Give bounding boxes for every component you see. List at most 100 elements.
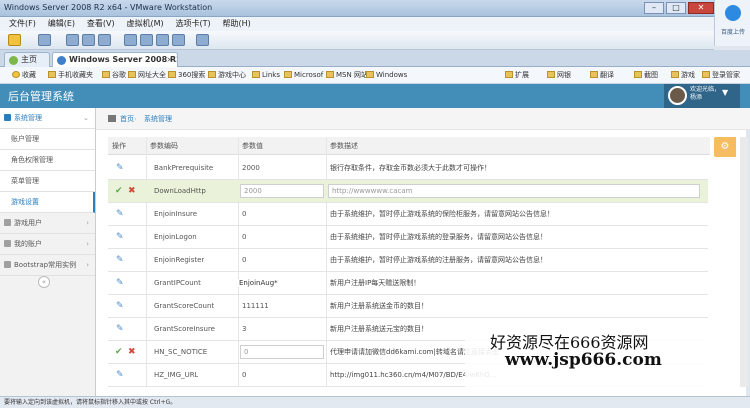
- extensions-button[interactable]: 扩展: [505, 67, 529, 84]
- param-code: GrantScoreCount: [154, 302, 215, 310]
- translate-button[interactable]: 翻译: [590, 67, 614, 84]
- home-icon: [9, 56, 18, 65]
- edit-icon[interactable]: ✎: [116, 157, 124, 180]
- caret-down-icon[interactable]: ▼: [722, 88, 728, 97]
- view-icon[interactable]: [196, 34, 209, 46]
- desktop-icon: [4, 114, 11, 121]
- sidebar-item-system-management[interactable]: 系统管理 ⌄: [0, 108, 95, 129]
- unity-icon[interactable]: [172, 34, 185, 46]
- maximize-icon[interactable]: □: [666, 2, 686, 14]
- param-value: 0: [242, 256, 247, 264]
- browser-tabbar: 主页 Windows Server 2008 R2 ... ×: [0, 50, 750, 67]
- sidebar-item-bootstrap-examples[interactable]: Bootstrap常用实例 ›: [0, 255, 95, 276]
- bookmark-links[interactable]: Links: [252, 67, 280, 84]
- power-icon[interactable]: [8, 34, 21, 46]
- settings-gear-icon[interactable]: ⚙: [714, 137, 736, 157]
- menu-tabs[interactable]: 选项卡(T): [176, 17, 211, 31]
- bookmark-favorites[interactable]: 收藏: [12, 67, 36, 84]
- sidebar-item-my-account[interactable]: 我的账户 ›: [0, 234, 95, 255]
- send-keys-icon[interactable]: [38, 34, 51, 46]
- fullscreen-icon[interactable]: [156, 34, 169, 46]
- sidebar-item-game-users[interactable]: 游戏用户 ›: [0, 213, 95, 234]
- baidu-upload-panel[interactable]: 百度上传: [714, 0, 750, 46]
- edit-icon[interactable]: ✎: [116, 249, 124, 272]
- login-manager-button[interactable]: 登录管家: [702, 67, 740, 84]
- edit-icon[interactable]: ✎: [116, 295, 124, 318]
- edit-icon[interactable]: ✎: [116, 203, 124, 226]
- edit-icon[interactable]: ✎: [116, 318, 124, 341]
- sidebar-item-roles[interactable]: 角色权限管理: [0, 150, 95, 171]
- snapshot-icon[interactable]: [66, 34, 79, 46]
- sidebar-item-accounts[interactable]: 账户管理: [0, 129, 95, 150]
- param-value-input[interactable]: 0: [240, 345, 324, 359]
- menu-file[interactable]: 文件(F): [9, 17, 36, 31]
- column-header-description: 参数描述: [326, 137, 710, 155]
- console-icon[interactable]: [140, 34, 153, 46]
- edit-icon[interactable]: ✎: [116, 272, 124, 295]
- column-header-code: 参数编码: [146, 137, 238, 155]
- cancel-x-icon[interactable]: ✖: [128, 341, 136, 364]
- column-header-action: 操作: [108, 137, 146, 155]
- watermark-line2: www.jsp666.com: [505, 350, 662, 370]
- edit-icon[interactable]: ✎: [116, 226, 124, 249]
- menu-edit[interactable]: 编辑(E): [48, 17, 75, 31]
- menu-view[interactable]: 查看(V): [87, 17, 115, 31]
- check-icon[interactable]: ✔: [115, 180, 123, 203]
- tab-home-label: 主页: [21, 55, 37, 64]
- breadcrumb-home[interactable]: 首页: [120, 108, 134, 130]
- bookmark-google[interactable]: 谷歌: [102, 67, 126, 84]
- check-icon[interactable]: ✔: [115, 341, 123, 364]
- param-value: 0: [242, 233, 247, 241]
- window-title: Windows Server 2008 R2 x64 - VMware Work…: [4, 3, 213, 12]
- tab-close-icon[interactable]: ×: [166, 53, 173, 67]
- online-banking-button[interactable]: 网银: [547, 67, 571, 84]
- param-description: 银行存取条件，存取金币数必须大于此数才可操作！: [330, 164, 491, 172]
- bookmark-game-center[interactable]: 游戏中心: [208, 67, 246, 84]
- param-value-input[interactable]: 2000: [240, 184, 324, 198]
- param-code: DownLoadHttp: [154, 187, 206, 195]
- folder-icon: [48, 71, 56, 78]
- chevron-right-icon: ›: [86, 261, 89, 269]
- app-header: 后台管理系统: [0, 84, 750, 108]
- home-icon: [108, 115, 116, 122]
- bookmark-windows[interactable]: Windows: [366, 67, 407, 84]
- param-code: EnjoinRegister: [154, 256, 205, 264]
- scrollbar[interactable]: [740, 137, 748, 387]
- chevron-right-icon: ›: [86, 240, 89, 248]
- sidebar-toggle-icon[interactable]: [124, 34, 137, 46]
- bookmark-url-directory[interactable]: 网址大全: [128, 67, 166, 84]
- chevron-down-icon: ⌄: [83, 114, 89, 122]
- param-description-input[interactable]: http://wwwwww.cacam: [328, 184, 700, 198]
- snapshot-manager-icon[interactable]: [98, 34, 111, 46]
- param-value: 111111: [242, 302, 269, 310]
- table-row: ✎ GrantScoreCount 111111 新用户注册系统送金币的数目！: [108, 295, 708, 318]
- sidebar-collapse-icon[interactable]: «: [38, 276, 50, 288]
- param-code: HN_SC_NOTICE: [154, 348, 208, 356]
- games-button[interactable]: 游戏: [671, 67, 695, 84]
- avatar[interactable]: [668, 86, 687, 105]
- menu-help[interactable]: 帮助(H): [223, 17, 251, 31]
- tab-home[interactable]: 主页: [4, 52, 50, 67]
- users-icon: [4, 219, 11, 226]
- param-value: 0: [242, 371, 247, 379]
- folder-icon: [366, 71, 374, 78]
- minimize-icon[interactable]: –: [644, 2, 664, 14]
- screenshot-button[interactable]: 截图: [634, 67, 658, 84]
- breadcrumb-separator-icon: ›: [134, 115, 137, 123]
- param-code: GrantScoreInsure: [154, 325, 215, 333]
- sidebar-item-menus[interactable]: 菜单管理: [0, 171, 95, 192]
- param-code: GrantIPCount: [154, 279, 201, 287]
- cancel-x-icon[interactable]: ✖: [128, 180, 136, 203]
- bookmark-microsoft[interactable]: Microsof: [284, 67, 323, 84]
- breadcrumb-current[interactable]: 系统管理: [144, 108, 172, 130]
- tab-vm[interactable]: Windows Server 2008 R2 ... ×: [52, 52, 178, 67]
- bookmark-360-search[interactable]: 360搜索: [168, 67, 205, 84]
- bookmark-msn[interactable]: MSN 网站: [326, 67, 368, 84]
- menu-vm[interactable]: 虚拟机(M): [126, 17, 163, 31]
- edit-icon[interactable]: ✎: [116, 364, 124, 387]
- close-icon[interactable]: ✕: [688, 2, 714, 14]
- sidebar-item-game-settings[interactable]: 游戏设置: [0, 192, 95, 213]
- bookmark-mobile[interactable]: 手机收藏夹: [48, 67, 93, 84]
- revert-icon[interactable]: [82, 34, 95, 46]
- chevron-right-icon: ›: [86, 219, 89, 227]
